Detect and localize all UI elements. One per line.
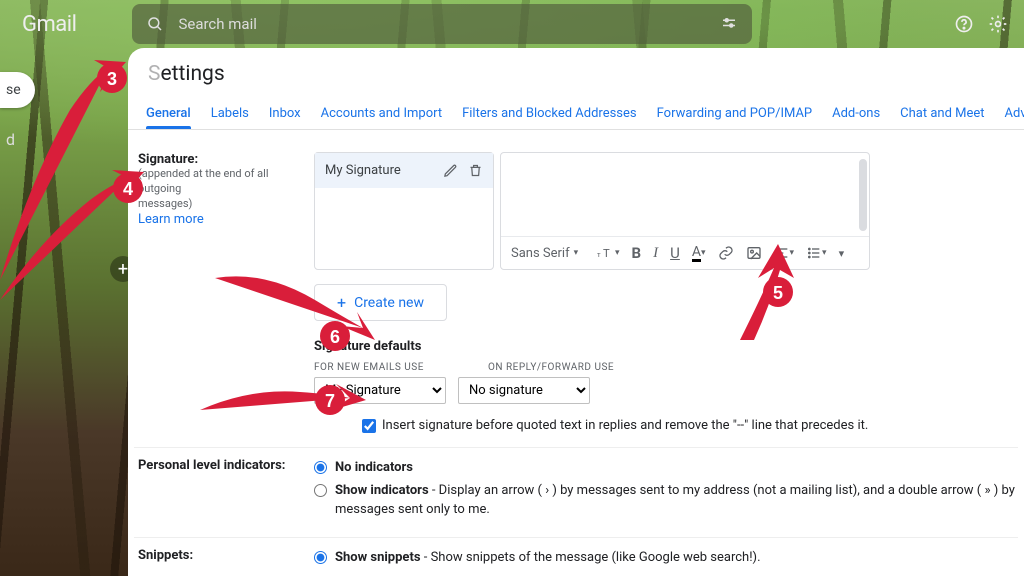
trash-icon[interactable] — [468, 163, 483, 178]
tab-labels[interactable]: Labels — [201, 98, 259, 129]
signature-list-item[interactable]: My Signature — [315, 153, 493, 188]
tab-general[interactable]: General — [136, 98, 201, 129]
font-size-icon[interactable]: тT▾ — [595, 244, 622, 262]
snippets-label: Snippets: — [138, 548, 193, 563]
underline-icon[interactable]: U — [668, 242, 682, 264]
rte-toolbar: Sans Serif▾ тT▾ B I U A▾ ▾ ▾ ▾ — [501, 236, 869, 269]
signature-editor[interactable]: Sans Serif▾ тT▾ B I U A▾ ▾ ▾ ▾ — [500, 152, 870, 270]
search-input[interactable] — [178, 15, 720, 33]
label-new-emails: FOR NEW EMAILS USE — [314, 362, 446, 373]
tab-addons[interactable]: Add-ons — [822, 98, 890, 129]
page-title: Settings — [128, 48, 1024, 92]
compose-button[interactable]: se — [0, 72, 35, 108]
insert-signature-checkbox[interactable] — [362, 419, 376, 433]
radio-show-snippets[interactable] — [314, 551, 327, 564]
scrollbar[interactable] — [859, 159, 867, 231]
radio-no-indicators[interactable] — [314, 461, 327, 474]
learn-more-link[interactable]: Learn more — [138, 212, 204, 227]
tab-chat[interactable]: Chat and Meet — [890, 98, 994, 129]
help-icon[interactable] — [954, 14, 974, 34]
plus-icon: + — [337, 293, 346, 312]
tune-icon[interactable] — [720, 15, 738, 33]
tab-accounts[interactable]: Accounts and Import — [311, 98, 452, 129]
create-new-button[interactable]: + Create new — [314, 284, 447, 321]
tab-filters[interactable]: Filters and Blocked Addresses — [452, 98, 647, 129]
label-reply: ON REPLY/FORWARD USE — [488, 362, 620, 373]
sidebar-item[interactable]: d — [6, 130, 15, 149]
tab-advanced[interactable]: Advanced — [995, 98, 1024, 129]
select-reply-signature[interactable]: No signature — [458, 377, 590, 404]
tab-inbox[interactable]: Inbox — [259, 98, 311, 129]
font-selector[interactable]: Sans Serif▾ — [509, 244, 587, 263]
search-bar[interactable] — [132, 4, 752, 44]
tab-forwarding[interactable]: Forwarding and POP/IMAP — [647, 98, 823, 129]
gmail-logo: Gmail — [22, 12, 76, 37]
image-icon[interactable] — [744, 243, 764, 263]
insert-signature-label: Insert signature before quoted text in r… — [382, 418, 868, 433]
svg-text:T: T — [603, 247, 610, 260]
svg-text:т: т — [597, 250, 601, 259]
italic-icon[interactable]: I — [651, 243, 660, 264]
radio-show-indicators[interactable] — [314, 484, 327, 497]
link-icon[interactable] — [716, 243, 736, 263]
signature-sub2: messages) — [138, 197, 314, 212]
search-icon — [146, 15, 164, 33]
text-color-icon[interactable]: A▾ — [690, 243, 708, 264]
pencil-icon[interactable] — [443, 163, 458, 178]
bold-icon[interactable]: B — [630, 242, 644, 264]
select-new-email-signature[interactable]: My Signature — [314, 377, 446, 404]
align-icon[interactable]: ▾ — [772, 243, 797, 263]
more-icon[interactable]: ▾ — [837, 245, 847, 262]
settings-tabs: General Labels Inbox Accounts and Import… — [128, 92, 1024, 130]
signature-sub1: (appended at the end of all outgoing — [138, 167, 314, 197]
signature-list: My Signature — [314, 152, 494, 270]
signature-label: Signature: — [138, 152, 198, 167]
personal-indicators-label: Personal level indicators: — [138, 458, 285, 473]
signature-defaults-head: Signature defaults — [314, 339, 1018, 354]
settings-panel: Settings General Labels Inbox Accounts a… — [128, 48, 1024, 576]
list-icon[interactable]: ▾ — [804, 243, 829, 263]
gear-icon[interactable] — [988, 14, 1008, 34]
signature-name: My Signature — [325, 163, 433, 178]
